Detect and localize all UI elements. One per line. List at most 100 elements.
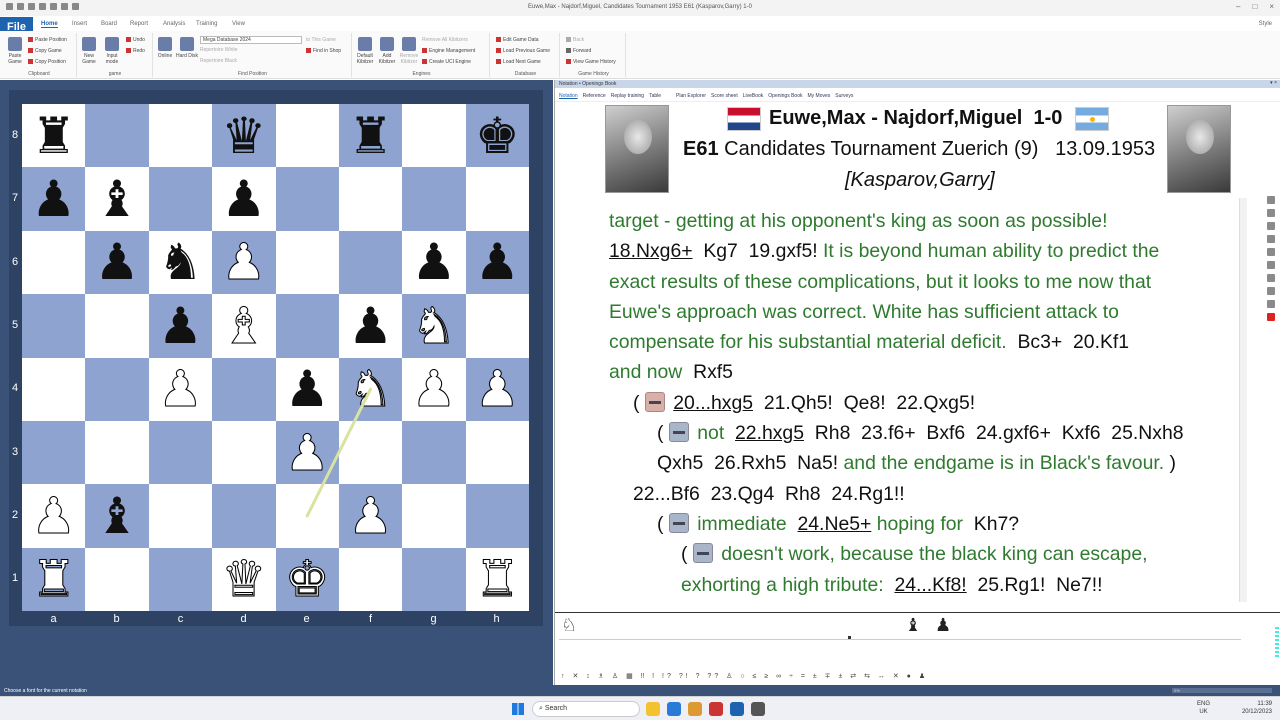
move[interactable]: Rh8: [785, 483, 821, 505]
square-g4[interactable]: ♟: [402, 357, 466, 421]
black-pawn-icon[interactable]: ♟: [348, 301, 393, 351]
square-g5[interactable]: ♞: [402, 294, 466, 358]
move[interactable]: 22...Bf6: [633, 483, 700, 505]
file-explorer-icon[interactable]: [646, 702, 660, 716]
square-b2[interactable]: ♝: [85, 484, 149, 548]
square-c1[interactable]: [148, 547, 213, 611]
move[interactable]: Qxh5: [657, 452, 703, 474]
subtab-replay-training[interactable]: Replay training: [611, 93, 644, 99]
square-h3[interactable]: [465, 420, 529, 485]
paste-game-button[interactable]: Paste Game: [4, 37, 26, 65]
white-rook-icon[interactable]: ♜: [31, 554, 77, 605]
square-d7[interactable]: ♟: [212, 167, 276, 231]
windows-start-icon[interactable]: [512, 703, 524, 715]
to-this-game-button[interactable]: to This Game: [306, 37, 336, 43]
square-c6[interactable]: ♞: [148, 230, 213, 295]
square-h1[interactable]: ♜: [465, 547, 529, 611]
taskbar-search[interactable]: ⌕ Search: [532, 701, 640, 717]
square-c8[interactable]: [148, 104, 213, 168]
subtab-openings-book[interactable]: Openings Book: [768, 93, 802, 99]
move[interactable]: 23.Qg4: [711, 483, 775, 505]
black-pawn-icon[interactable]: ♟: [221, 174, 266, 224]
square-h7[interactable]: [465, 167, 529, 231]
subtab-reference[interactable]: Reference: [583, 93, 606, 99]
square-b5[interactable]: [85, 294, 149, 358]
move[interactable]: 21.Qh5!: [764, 392, 833, 414]
white-pawn-icon[interactable]: ♟: [31, 490, 77, 541]
tab-training[interactable]: Training: [196, 21, 217, 27]
move[interactable]: Kg7: [703, 240, 738, 262]
color-icon[interactable]: [1267, 313, 1275, 321]
move[interactable]: 20.Kf1: [1073, 331, 1129, 353]
square-a8[interactable]: ♜: [22, 104, 86, 168]
hard-disk-button[interactable]: Hard Disk: [176, 37, 198, 59]
toolbar-icon[interactable]: [1267, 222, 1275, 230]
move[interactable]: 23.f6+: [861, 422, 915, 444]
copy-position-button[interactable]: Copy Position: [28, 59, 66, 65]
square-a5[interactable]: [22, 294, 86, 358]
square-e6[interactable]: [275, 230, 339, 295]
white-knight-icon[interactable]: ♞: [411, 300, 457, 351]
white-pawn-icon[interactable]: ♟: [474, 364, 520, 415]
create-uci-engine-button[interactable]: Create UCI Engine: [422, 59, 471, 65]
move[interactable]: Qe8!: [844, 392, 886, 414]
move[interactable]: Ne7!!: [1056, 574, 1102, 596]
tab-home[interactable]: Home: [41, 21, 58, 28]
black-knight-icon[interactable]: ♞: [158, 237, 203, 287]
move[interactable]: Kh7?: [974, 513, 1019, 535]
toolbar-icon[interactable]: [1267, 274, 1275, 282]
toolbar-icon[interactable]: [1267, 261, 1275, 269]
paste-position-button[interactable]: Paste Position: [28, 37, 67, 43]
square-g1[interactable]: [402, 547, 466, 611]
evaluation-graph[interactable]: ♘ ♝ ♟: [555, 612, 1280, 666]
default-kibitzer-button[interactable]: Default Kibitzer: [354, 37, 376, 65]
move[interactable]: Rh8: [815, 422, 851, 444]
database-select[interactable]: Mega Database 2024: [200, 36, 302, 44]
square-d5[interactable]: ♝: [212, 294, 276, 358]
move[interactable]: 25.Rg1!: [977, 574, 1045, 596]
white-pawn-icon[interactable]: ♟: [411, 364, 457, 415]
square-h4[interactable]: ♟: [465, 357, 529, 421]
square-b3[interactable]: [85, 420, 149, 485]
square-e4[interactable]: ♟: [275, 357, 339, 421]
online-button[interactable]: Online: [154, 37, 176, 59]
black-rook-icon[interactable]: ♜: [31, 111, 76, 161]
black-pawn-icon[interactable]: ♟: [31, 174, 76, 224]
square-c2[interactable]: [148, 484, 213, 548]
square-e2[interactable]: [275, 484, 339, 548]
square-b1[interactable]: [85, 547, 149, 611]
subtab-livebook[interactable]: LiveBook: [743, 93, 764, 99]
repertoire-white-button[interactable]: Repertoire White: [200, 47, 238, 53]
move[interactable]: Bc3+: [1017, 331, 1062, 353]
square-e8[interactable]: [275, 104, 339, 168]
white-pawn-icon[interactable]: ♟: [221, 237, 267, 288]
remove-kibitzer-button[interactable]: Remove Kibitzer: [398, 37, 420, 65]
app-icon[interactable]: [730, 702, 744, 716]
redo-button[interactable]: Redo: [126, 48, 145, 54]
move[interactable]: 24.Ne5+: [797, 513, 871, 535]
square-d1[interactable]: ♛: [212, 547, 276, 611]
add-kibitzer-button[interactable]: Add Kibitzer: [376, 37, 398, 65]
square-h5[interactable]: [465, 294, 529, 358]
file-menu[interactable]: File: [0, 17, 33, 33]
chrome-icon[interactable]: [688, 702, 702, 716]
square-f3[interactable]: [338, 420, 403, 485]
move[interactable]: 24...Kf8!: [894, 574, 966, 596]
move[interactable]: 19.gxf5!: [749, 240, 818, 262]
square-c4[interactable]: ♟: [148, 357, 213, 421]
white-rook-icon[interactable]: ♜: [474, 554, 520, 605]
square-g8[interactable]: [402, 104, 466, 168]
square-a2[interactable]: ♟: [22, 484, 86, 548]
chess-board[interactable]: ♜ ♛ ♜ ♚ ♟ ♝ ♟ ♟ ♞ ♟ ♟ ♟ ♟ ♝ ♟ ♞ ♟ ♟ ♞ ♟ ♟ ♟ ♟ ♝ ♟ ♜ ♛ ♚ ♜: [22, 104, 529, 611]
black-pawn-icon[interactable]: ♟: [475, 237, 520, 287]
square-c5[interactable]: ♟: [148, 294, 213, 358]
style-menu[interactable]: Style: [1259, 21, 1272, 27]
undo-button[interactable]: Undo: [126, 37, 145, 43]
subtab-plan-explorer[interactable]: Plan Explorer: [676, 93, 706, 99]
square-h6[interactable]: ♟: [465, 230, 529, 295]
move[interactable]: 22.hxg5: [735, 422, 804, 444]
subtab-my-moves[interactable]: My Moves: [808, 93, 831, 99]
move[interactable]: 25.Nxh8: [1111, 422, 1183, 444]
forward-button[interactable]: Forward: [566, 48, 591, 54]
black-queen-icon[interactable]: ♛: [221, 111, 266, 161]
